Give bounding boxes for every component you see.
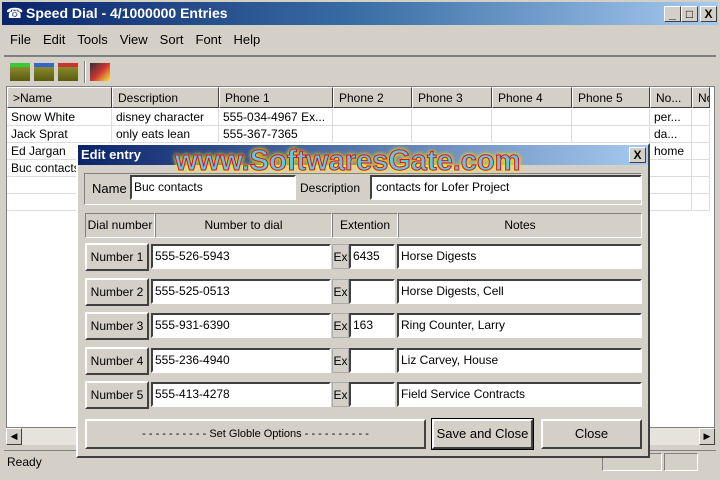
close-button[interactable]: X bbox=[700, 6, 717, 22]
description-label: Description bbox=[300, 181, 361, 195]
notes-input[interactable]: Horse Digests bbox=[397, 244, 642, 269]
column-header[interactable]: Phone 4 bbox=[492, 87, 572, 108]
list-cell[interactable] bbox=[333, 126, 412, 143]
list-cell[interactable]: 555-367-7365 bbox=[219, 126, 333, 143]
list-cell[interactable] bbox=[572, 109, 650, 126]
dial-number-5-button[interactable]: Number 5 bbox=[85, 381, 149, 409]
watermark: www.SoftwaresGate.com bbox=[174, 145, 521, 178]
list-cell[interactable]: da... bbox=[650, 126, 692, 143]
list-cell[interactable] bbox=[650, 194, 692, 211]
maximize-button[interactable]: □ bbox=[681, 6, 698, 22]
header-notes: Notes bbox=[398, 213, 642, 238]
ex-label: Ex bbox=[332, 278, 349, 304]
list-cell[interactable]: Snow White bbox=[7, 109, 112, 126]
number-to-dial-input[interactable]: 555-413-4278 bbox=[151, 382, 331, 407]
list-cell[interactable] bbox=[692, 143, 710, 160]
edit-entry-dialog: Edit entry X Name Buc contacts Descripti… bbox=[76, 143, 650, 458]
number-to-dial-input[interactable]: 555-236-4940 bbox=[151, 347, 331, 373]
toolbar-separator bbox=[84, 61, 86, 83]
list-cell[interactable] bbox=[572, 126, 650, 143]
extension-input[interactable]: 163 bbox=[349, 313, 395, 338]
list-cell[interactable] bbox=[492, 109, 572, 126]
header-dial-number: Dial number bbox=[85, 213, 155, 238]
close-dialog-button[interactable]: Close bbox=[541, 419, 642, 449]
list-cell[interactable]: only eats lean bbox=[112, 126, 219, 143]
dial-tools-icon[interactable] bbox=[90, 63, 110, 81]
number-to-dial-input[interactable]: 555-931-6390 bbox=[151, 313, 331, 338]
list-cell[interactable] bbox=[650, 177, 692, 194]
name-label: Name bbox=[92, 181, 127, 196]
edit-entry-icon[interactable] bbox=[34, 63, 54, 81]
dial-number-2-button[interactable]: Number 2 bbox=[85, 277, 149, 306]
ex-label: Ex bbox=[332, 313, 349, 338]
title-bar: ☎ Speed Dial - 4/1000000 Entries _ □ X bbox=[0, 0, 720, 27]
extension-input[interactable]: 6435 bbox=[349, 244, 395, 269]
ex-label: Ex bbox=[332, 347, 349, 373]
ex-label: Ex bbox=[332, 244, 349, 269]
number-to-dial-input[interactable]: 555-526-5943 bbox=[151, 244, 331, 269]
list-cell[interactable] bbox=[692, 177, 710, 194]
column-header[interactable]: Phone 2 bbox=[333, 87, 412, 108]
status-panel bbox=[664, 453, 698, 471]
list-cell[interactable] bbox=[692, 160, 710, 177]
list-cell[interactable] bbox=[492, 126, 572, 143]
list-cell[interactable]: Jack Sprat bbox=[7, 126, 112, 143]
list-cell[interactable] bbox=[650, 160, 692, 177]
list-cell[interactable]: 555-034-4967 Ex... bbox=[219, 109, 333, 126]
menu-tools[interactable]: Tools bbox=[71, 30, 113, 49]
ex-label: Ex bbox=[332, 382, 349, 407]
dial-number-4-button[interactable]: Number 4 bbox=[85, 346, 149, 375]
scroll-left-button[interactable]: ◀ bbox=[6, 428, 22, 445]
add-entry-icon[interactable] bbox=[10, 63, 30, 81]
menu-file[interactable]: File bbox=[4, 30, 37, 49]
number-to-dial-input[interactable]: 555-525-0513 bbox=[151, 278, 331, 304]
notes-input[interactable]: Field Service Contracts bbox=[397, 382, 642, 407]
delete-entry-icon[interactable] bbox=[58, 63, 78, 81]
extension-input[interactable] bbox=[349, 347, 395, 373]
dialog-close-button[interactable]: X bbox=[629, 147, 646, 163]
column-header[interactable]: No... bbox=[650, 87, 692, 108]
menu-bar: File Edit Tools View Sort Font Help bbox=[4, 30, 266, 49]
column-header[interactable]: Phone 1 bbox=[219, 87, 333, 108]
menu-help[interactable]: Help bbox=[228, 30, 267, 49]
list-cell[interactable]: per... bbox=[650, 109, 692, 126]
scroll-right-button[interactable]: ▶ bbox=[699, 428, 715, 445]
header-extention: Extention bbox=[332, 213, 398, 238]
dial-number-1-button[interactable]: Number 1 bbox=[85, 243, 149, 271]
menu-sort[interactable]: Sort bbox=[154, 30, 190, 49]
name-input[interactable]: Buc contacts bbox=[130, 175, 296, 200]
notes-input[interactable]: Ring Counter, Larry bbox=[397, 313, 642, 338]
list-cell[interactable] bbox=[692, 126, 710, 143]
list-cell[interactable] bbox=[692, 194, 710, 211]
list-cell[interactable] bbox=[692, 109, 710, 126]
column-header[interactable]: Phone 3 bbox=[412, 87, 492, 108]
save-and-close-button[interactable]: Save and Close bbox=[431, 418, 534, 450]
list-cell[interactable] bbox=[333, 109, 412, 126]
menu-view[interactable]: View bbox=[114, 30, 154, 49]
menu-font[interactable]: Font bbox=[190, 30, 228, 49]
menu-edit[interactable]: Edit bbox=[37, 30, 71, 49]
column-header[interactable]: Description bbox=[112, 87, 219, 108]
status-text: Ready bbox=[7, 455, 42, 469]
extension-input[interactable] bbox=[349, 278, 395, 304]
column-header[interactable]: No bbox=[692, 87, 710, 108]
list-cell[interactable] bbox=[412, 109, 492, 126]
phone-icon: ☎ bbox=[6, 5, 24, 21]
list-cell[interactable]: home bbox=[650, 143, 692, 160]
notes-input[interactable]: Liz Carvey, House bbox=[397, 347, 642, 373]
description-input[interactable]: contacts for Lofer Project bbox=[370, 175, 642, 200]
column-header[interactable]: >Name bbox=[7, 87, 112, 108]
dial-number-3-button[interactable]: Number 3 bbox=[85, 312, 149, 340]
header-number-to-dial: Number to dial bbox=[155, 213, 332, 238]
list-cell[interactable]: disney character bbox=[112, 109, 219, 126]
window-title: Speed Dial - 4/1000000 Entries bbox=[26, 5, 228, 21]
notes-input[interactable]: Horse Digests, Cell bbox=[397, 278, 642, 304]
column-header[interactable]: Phone 5 bbox=[572, 87, 650, 108]
dialog-title: Edit entry bbox=[81, 147, 141, 162]
list-cell[interactable] bbox=[412, 126, 492, 143]
toolbar bbox=[4, 55, 716, 84]
set-global-options-button[interactable]: - - - - - - - - - - Set Globle Options -… bbox=[85, 419, 426, 449]
minimize-button[interactable]: _ bbox=[664, 6, 681, 22]
extension-input[interactable] bbox=[349, 382, 395, 407]
